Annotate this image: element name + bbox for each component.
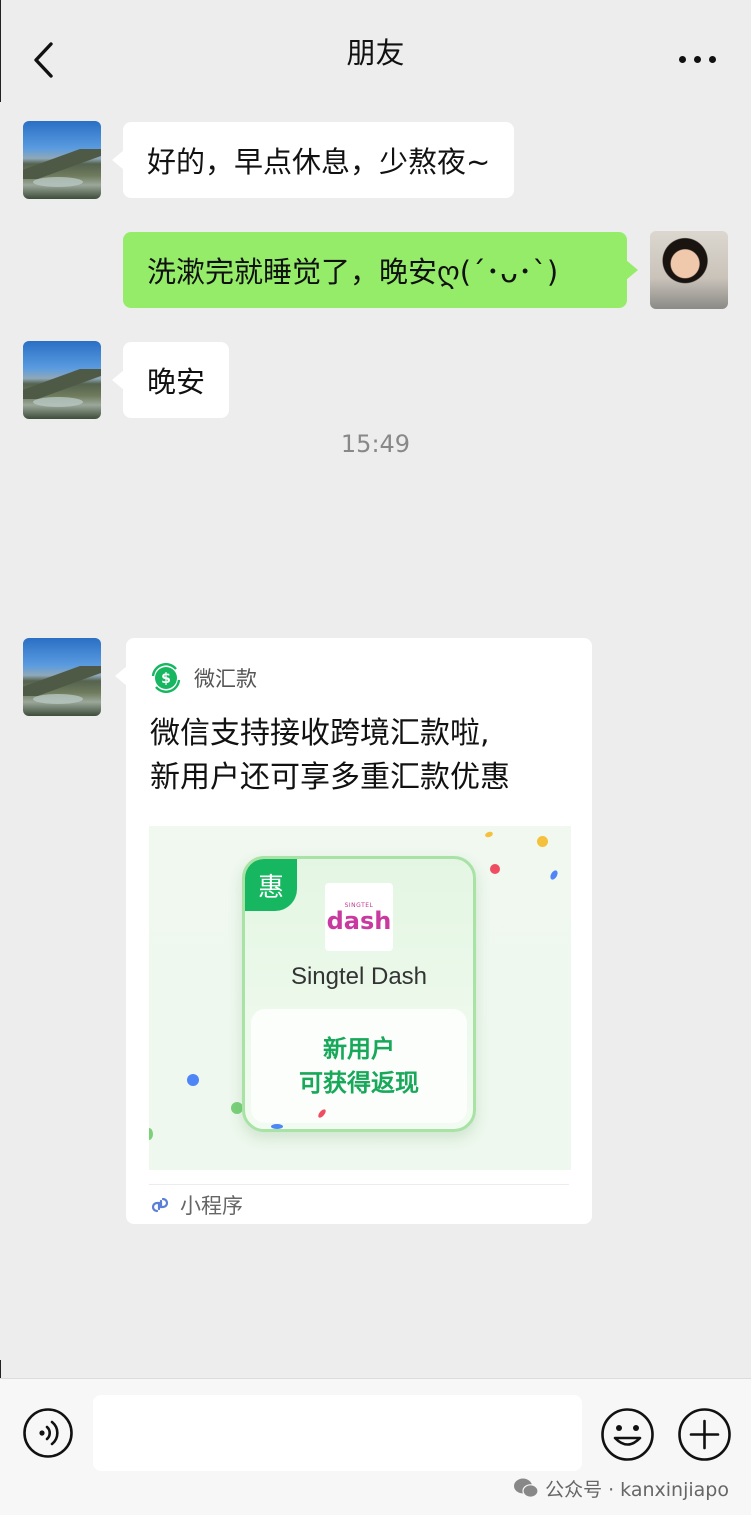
window-edge — [0, 0, 1, 102]
message-text: 好的，早点休息，少熬夜~ — [147, 145, 491, 179]
message-bubble-sent[interactable]: 洗漱完就睡觉了，晚安ღ(´･ᴗ･`) — [123, 232, 638, 308]
message-bubble-received[interactable]: 晚安 — [111, 342, 230, 418]
svg-text:$: $ — [161, 671, 171, 687]
chat-title: 朋友 — [346, 36, 405, 70]
card-cover-image: 惠 SINGTEL dash Singtel Dash 新用户 可获得返现 — [149, 826, 571, 1170]
message-bubble-received[interactable]: 好的，早点休息，少熬夜~ — [111, 122, 515, 198]
wechat-logo-icon — [514, 1478, 539, 1498]
discount-badge: 惠 — [245, 859, 297, 911]
smiley-icon — [601, 1408, 654, 1461]
more-dot-icon — [708, 55, 716, 63]
card-title: 微信支持接收跨境汇款啦, 新用户还可享多重汇款优惠 — [150, 712, 570, 800]
message-input[interactable] — [93, 1395, 582, 1471]
emoji-button[interactable] — [600, 1407, 655, 1462]
confetti-decoration — [484, 830, 494, 839]
message-text: 洗漱完就睡觉了，晚安ღ(´･ᴗ･`) — [147, 255, 559, 289]
confetti-decoration — [271, 1124, 283, 1129]
more-dot-icon — [693, 55, 701, 63]
watermark: 公众号 · kanxinjiapo — [513, 1473, 729, 1503]
singtel-dash-logo: SINGTEL dash — [325, 883, 393, 951]
my-avatar[interactable] — [650, 231, 728, 309]
card-title-line: 新用户还可享多重汇款优惠 — [150, 760, 510, 795]
promo-offer-line: 新用户 — [323, 1035, 395, 1063]
confetti-decoration — [187, 1074, 199, 1086]
card-source-label: 微汇款 — [194, 667, 257, 691]
friend-avatar[interactable] — [23, 638, 101, 716]
more-dot-icon — [678, 55, 686, 63]
logo-text: dash — [326, 906, 392, 935]
mini-program-icon — [151, 1197, 169, 1213]
remittance-icon: $ — [151, 663, 181, 693]
voice-icon — [23, 1408, 73, 1458]
watermark-text: 公众号 · kanxinjiapo — [545, 1478, 729, 1501]
card-footer: 小程序 — [148, 1190, 243, 1220]
message-text: 晚安 — [147, 365, 206, 399]
card-title-line: 微信支持接收跨境汇款啦, — [150, 716, 490, 751]
promo-offer-line: 可获得返现 — [299, 1069, 419, 1097]
confetti-decoration — [490, 864, 500, 874]
card-footer-label: 小程序 — [180, 1194, 243, 1218]
voice-input-button[interactable] — [22, 1407, 74, 1459]
input-toolbar: 公众号 · kanxinjiapo — [0, 1378, 751, 1515]
card-divider — [149, 1184, 569, 1185]
mini-program-card[interactable]: $ 微汇款 微信支持接收跨境汇款啦, 新用户还可享多重汇款优惠 惠 SINGTE… — [115, 638, 592, 1224]
confetti-decoration — [548, 869, 560, 881]
promo-offer: 新用户 可获得返现 — [251, 1009, 467, 1123]
plus-icon — [678, 1408, 731, 1461]
confetti-decoration — [537, 836, 548, 847]
promo-card: 惠 SINGTEL dash Singtel Dash 新用户 可获得返现 — [242, 856, 476, 1132]
confetti-decoration — [149, 1128, 153, 1140]
more-options-button[interactable] — [673, 44, 721, 74]
message-timestamp: 15:49 — [340, 430, 411, 458]
card-source: $ 微汇款 — [150, 662, 257, 694]
friend-avatar[interactable] — [23, 121, 101, 199]
promo-app-name: Singtel Dash — [290, 963, 428, 990]
more-functions-button[interactable] — [677, 1407, 732, 1462]
chat-header: 朋友 — [0, 0, 751, 102]
friend-avatar[interactable] — [23, 341, 101, 419]
